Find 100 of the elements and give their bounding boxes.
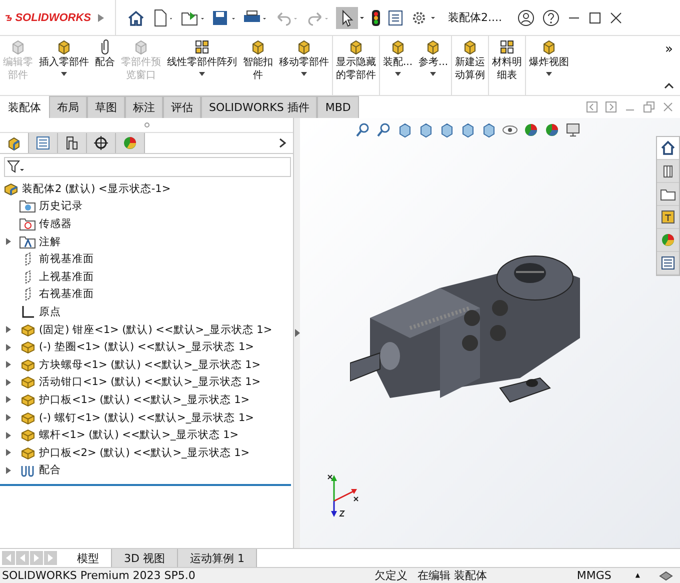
ribbon-button[interactable]: 材料明细表 [489,36,526,95]
product-version: SOLIDWORKS Premium 2023 SP5.0 [2,569,196,582]
cube-icon[interactable] [460,122,476,138]
ribbon-button[interactable]: 装配... [380,36,416,95]
traffic-light-icon[interactable] [371,8,381,26]
expand-arrow-icon[interactable] [6,361,11,368]
command-tab[interactable]: SOLIDWORKS 插件 [201,96,318,118]
collapse-ribbon-icon[interactable] [664,83,674,89]
cube-icon[interactable] [418,122,434,138]
monitor-icon[interactable] [565,122,581,138]
tree-item[interactable]: (-) 垫圈<1> (默认) <<默认>_显示状态 1> [19,340,254,354]
dropdown-caret-icon[interactable] [430,72,436,76]
expand-arrow-icon[interactable] [6,466,11,474]
expand-arrow-icon[interactable] [6,449,11,456]
cube-icon [425,39,442,55]
command-tab[interactable]: 标注 [125,96,163,118]
select-tool-button[interactable] [336,6,364,28]
tree-item[interactable]: 活动钳口<1> (默认) <<默认>_显示状态 1> [19,375,261,390]
task-pane-tab[interactable] [657,160,679,183]
expand-arrow-icon[interactable] [6,344,11,351]
command-tab[interactable]: 布局 [49,96,87,118]
command-tab[interactable]: 草图 [87,96,125,118]
expand-arrow-icon[interactable] [6,396,11,404]
restore-icon[interactable] [643,101,655,113]
tree-item[interactable]: 配合 [19,463,61,478]
color-wheel-icon[interactable] [523,122,539,138]
color-wheel-icon[interactable] [544,122,560,138]
panel-tab[interactable] [29,133,58,153]
more-chevron[interactable]: » [665,42,673,57]
expand-arrow-icon[interactable] [6,238,11,246]
tree-item[interactable]: (固定) 钳座<1> (默认) <<默认>_显示状态 1> [19,322,272,337]
dropdown-caret-icon[interactable] [546,72,552,76]
ribbon-button[interactable]: 插入零部件 [36,36,92,95]
expand-arrow-icon[interactable] [98,14,104,22]
new-document-icon[interactable] [152,8,174,26]
tree-item[interactable]: (-) 螺钉<1> (默认) <<默认>_显示状态 1> [19,410,254,425]
tree-item[interactable]: 传感器 [19,216,72,231]
part-icon [19,392,37,407]
tree-item[interactable]: 上视基准面 [19,270,94,284]
document-tab[interactable]: 运动算例 1 [178,549,258,567]
document-tab[interactable]: 3D 视图 [112,549,178,567]
tree-item[interactable]: 螺杆<1> (默认) <<默认>_显示状态 1> [19,428,239,442]
units-selector[interactable]: MMGS [576,569,612,582]
tree-item[interactable]: 护口板<2> (默认) <<默认>_显示状态 1> [19,446,250,460]
save-icon[interactable] [212,8,236,26]
ribbon-button[interactable]: 爆炸视图 [526,36,572,95]
command-tab[interactable]: MBD [317,96,359,118]
panel-tab[interactable] [58,133,87,153]
ribbon-button[interactable]: 移动零部件 [276,36,332,95]
dropdown-caret-icon[interactable] [199,72,205,76]
dropdown-caret-icon[interactable] [301,72,307,76]
tree-item[interactable]: 前视基准面 [19,252,94,266]
ribbon-button[interactable]: 智能扣件 [240,36,276,95]
tree-item[interactable]: 装配体2 (默认) <显示状态-1> [0,180,171,198]
task-pane-tab[interactable] [657,183,679,206]
part-icon [19,410,37,425]
dropdown-caret-icon[interactable] [61,72,67,76]
dropdown-caret-icon[interactable] [394,72,401,76]
zoom-icon[interactable] [376,122,392,138]
ribbon-button[interactable]: 显示隐藏的零部件 [333,36,379,95]
ribbon-button[interactable]: 配合 [92,36,118,95]
color-wheel-icon [660,232,676,248]
tree-item[interactable]: 护口板<1> (默认) <<默认>_显示状态 1> [19,392,250,407]
zoom-icon[interactable] [355,122,371,138]
expand-arrow-icon[interactable] [6,378,11,386]
user-account-icon[interactable] [517,8,535,26]
cube-icon [250,39,266,55]
filter-field[interactable] [4,157,291,177]
ribbon-button[interactable]: 参考... [416,36,452,95]
home-icon[interactable] [127,8,145,26]
tree-item[interactable]: 右视基准面 [19,287,94,302]
tile-right-icon[interactable] [605,101,617,113]
maximize-icon[interactable] [588,10,602,24]
task-pane-tab[interactable] [657,252,679,275]
splitter-arrow-icon[interactable] [294,329,300,337]
list-options-icon[interactable] [388,8,404,26]
tree-item[interactable]: 方块螺母<1> (默认) <<默认>_显示状态 1> [19,358,261,372]
tree-item[interactable]: 历史记录 [19,199,83,214]
tile-left-icon[interactable] [586,101,598,113]
tree-item[interactable]: 原点 [19,304,61,319]
command-tab[interactable]: 评估 [163,96,201,118]
cube-icon[interactable] [439,122,455,138]
rebuild-icon[interactable] [658,570,674,582]
ribbon-button[interactable]: 新建运动算例 [452,36,488,95]
expand-arrow-icon[interactable] [6,432,11,439]
help-icon[interactable] [542,8,560,26]
task-pane-tab[interactable] [657,137,679,160]
tree-item[interactable]: 注解 [19,234,61,249]
cube-icon[interactable] [481,122,497,138]
expand-arrow-icon[interactable] [6,414,11,422]
expand-arrow-icon[interactable] [6,326,11,334]
ribbon-button[interactable]: 线性零部件阵列 [164,36,240,95]
cube-icon[interactable] [397,122,413,138]
close-icon[interactable] [609,10,623,24]
color-wheel-icon [122,135,138,151]
panel-tab[interactable] [87,133,116,153]
task-pane-tab[interactable] [657,206,679,229]
splitter-handle-icon[interactable] [144,122,150,128]
graphics-area[interactable] [300,118,680,548]
paperclip-icon [99,39,111,55]
